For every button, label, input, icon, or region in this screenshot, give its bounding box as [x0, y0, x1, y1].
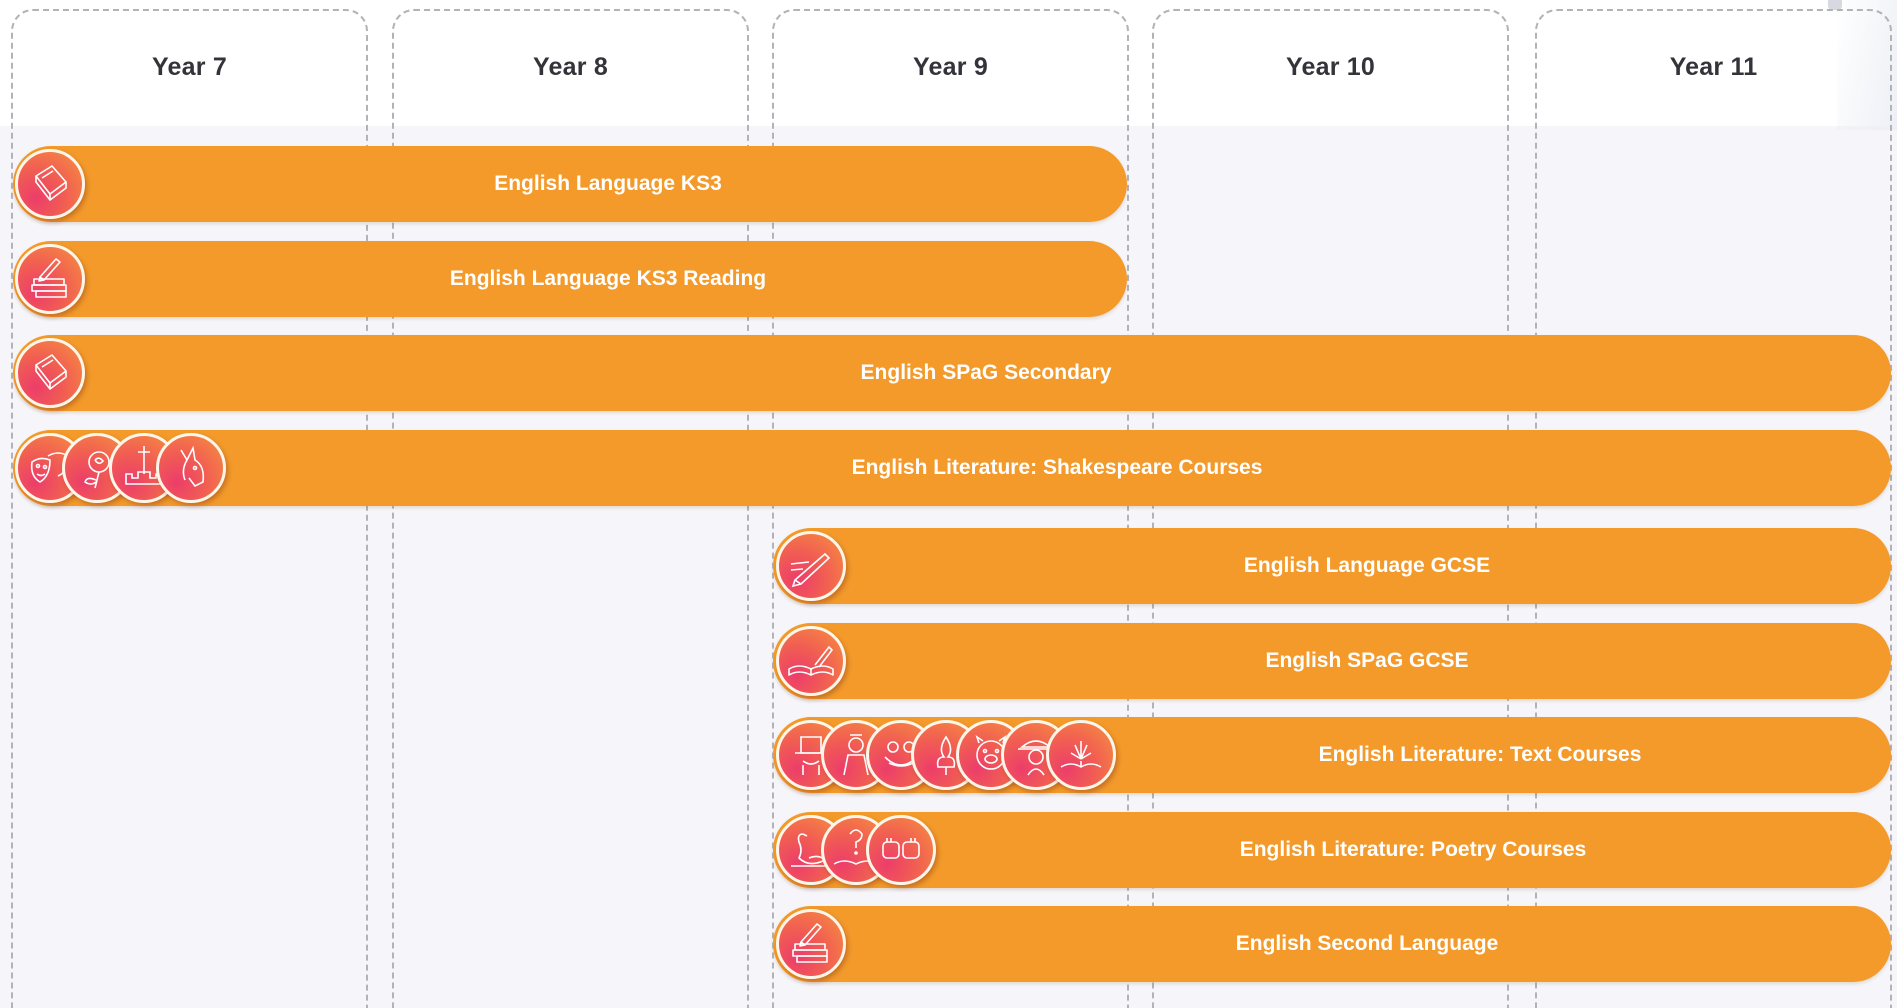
course-label: English SPaG GCSE — [1265, 649, 1469, 672]
open-book-pen-icon — [776, 626, 846, 696]
book-icon — [15, 338, 85, 408]
course-english-literature-shakespeare[interactable]: English Literature: Shakespeare Courses — [13, 430, 1891, 506]
column-header-year-10: Year 10 — [1286, 52, 1375, 81]
books-pencil-icon — [15, 244, 85, 314]
magic-book-icon — [1046, 720, 1116, 790]
course-english-language-ks3-reading[interactable]: English Language KS3 Reading — [13, 241, 1127, 317]
column-header-year-7: Year 7 — [152, 52, 227, 81]
course-english-spag-secondary[interactable]: English SPaG Secondary — [13, 335, 1891, 411]
course-label: English Language KS3 Reading — [449, 267, 767, 290]
column-header-year-9: Year 9 — [913, 52, 988, 81]
course-english-spag-gcse[interactable]: English SPaG GCSE — [773, 623, 1891, 699]
column-header-year-11: Year 11 — [1669, 52, 1758, 81]
books-pencil-icon — [776, 909, 846, 979]
book-icon — [15, 149, 85, 219]
course-english-second-language[interactable]: English Second Language — [773, 906, 1891, 982]
course-english-language-gcse[interactable]: English Language GCSE — [773, 528, 1891, 604]
course-label: English Language GCSE — [1243, 554, 1491, 577]
course-label: English SPaG Secondary — [860, 361, 1112, 384]
course-label: English Literature: Poetry Courses — [1239, 838, 1587, 861]
curriculum-timeline: Year 7 Year 8 Year 9 Year 10 Year 11 Eng… — [0, 0, 1897, 1008]
donkey-icon — [156, 433, 226, 503]
column-header-year-8: Year 8 — [533, 52, 608, 81]
course-label: English Literature: Shakespeare Courses — [851, 456, 1263, 479]
course-label: English Language KS3 — [494, 172, 722, 195]
course-label: English Second Language — [1235, 932, 1499, 955]
fists-icon — [866, 815, 936, 885]
quill-pen-icon — [776, 531, 846, 601]
course-english-literature-poetry[interactable]: English Literature: Poetry Courses — [773, 812, 1891, 888]
course-english-language-ks3[interactable]: English Language KS3 — [13, 146, 1127, 222]
